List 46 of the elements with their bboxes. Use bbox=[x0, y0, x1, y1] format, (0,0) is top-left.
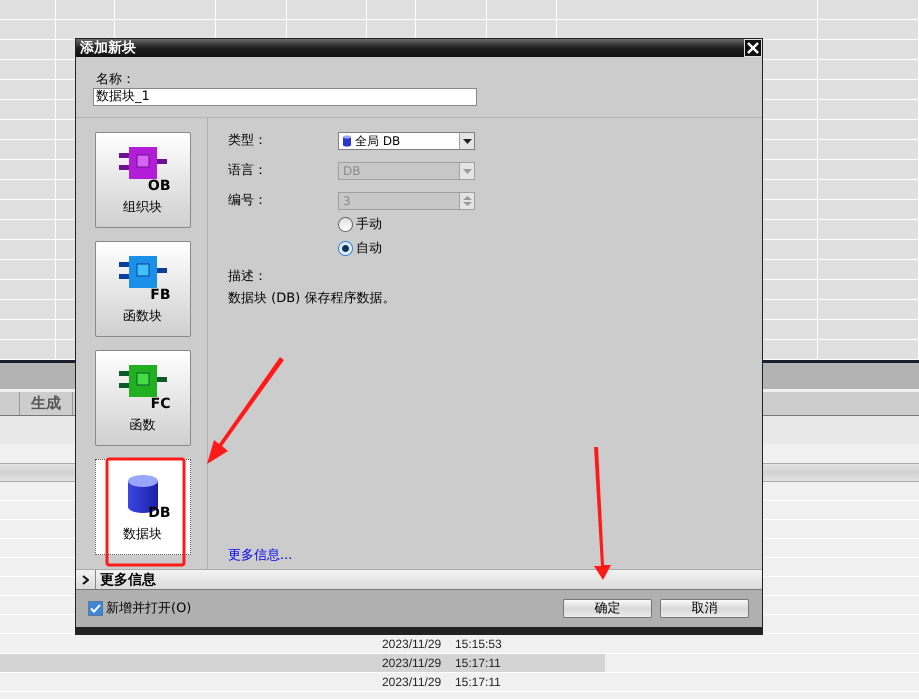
block-label: 数据块 bbox=[123, 528, 162, 541]
name-label: 名称： bbox=[96, 73, 136, 86]
caret-icon bbox=[462, 138, 472, 144]
date-cell-text: 2023/11/29 bbox=[382, 655, 442, 672]
time-cell-text: 15:17:11 bbox=[455, 655, 501, 672]
window-title: 添加新块 bbox=[80, 41, 136, 55]
close-button[interactable] bbox=[744, 39, 762, 57]
name-field[interactable]: 数据块_1 bbox=[93, 88, 477, 106]
dialog-button[interactable]: 确定 bbox=[563, 599, 652, 618]
radio-option[interactable]: 手动 bbox=[338, 216, 762, 232]
more-info-expander[interactable]: 更多信息 bbox=[76, 569, 762, 590]
block-code-label: FC bbox=[150, 397, 170, 411]
time-cell-text: 15:15:53 bbox=[455, 636, 502, 653]
dialog-button[interactable]: 取消 bbox=[660, 599, 749, 618]
block-code-label: OB bbox=[148, 179, 170, 193]
more-info-link[interactable]: 更多信息... bbox=[228, 549, 292, 562]
field-label: 编号： bbox=[228, 192, 268, 210]
block-label: 函数块 bbox=[123, 310, 162, 323]
date-cell-text: 2023/11/29 bbox=[382, 674, 442, 691]
chevron-icon bbox=[82, 574, 89, 584]
field-value: 全局 DB bbox=[355, 135, 400, 147]
column-header: 生成 bbox=[20, 392, 73, 415]
description-text: 数据块 (DB) 保存程序数据。 bbox=[228, 292, 396, 305]
field-label: 语言： bbox=[228, 162, 268, 180]
radio-option[interactable]: 自动 bbox=[338, 240, 762, 256]
field-value: 3 bbox=[343, 195, 351, 207]
field-label: 类型： bbox=[228, 132, 268, 150]
block-code-label: FB bbox=[150, 288, 170, 302]
close-icon bbox=[747, 42, 759, 54]
date-cell-text: 2023/11/29 bbox=[382, 636, 442, 653]
block-type-button[interactable]: FC 函数 bbox=[94, 350, 190, 446]
block-code-label: DB bbox=[148, 506, 170, 520]
database-icon bbox=[343, 135, 351, 147]
block-label: 组织块 bbox=[123, 201, 162, 214]
checkmark-icon bbox=[90, 604, 101, 613]
time-cell-text: 15:17:11 bbox=[455, 674, 501, 691]
block-type-button[interactable]: DB 数据块 bbox=[94, 459, 190, 555]
open-after-add-checkbox[interactable]: 新增并打开(O) bbox=[88, 601, 192, 616]
caret-icon bbox=[462, 168, 472, 174]
block-label: 函数 bbox=[130, 419, 156, 432]
block-type-button[interactable]: OB 组织块 bbox=[94, 132, 190, 228]
dropdown[interactable]: 全局 DB bbox=[338, 132, 475, 150]
spinner-arrows-icon bbox=[462, 195, 472, 207]
field-value: DB bbox=[343, 165, 360, 177]
description-label: 描述： bbox=[228, 270, 268, 283]
block-type-button[interactable]: FB 函数块 bbox=[94, 241, 190, 337]
